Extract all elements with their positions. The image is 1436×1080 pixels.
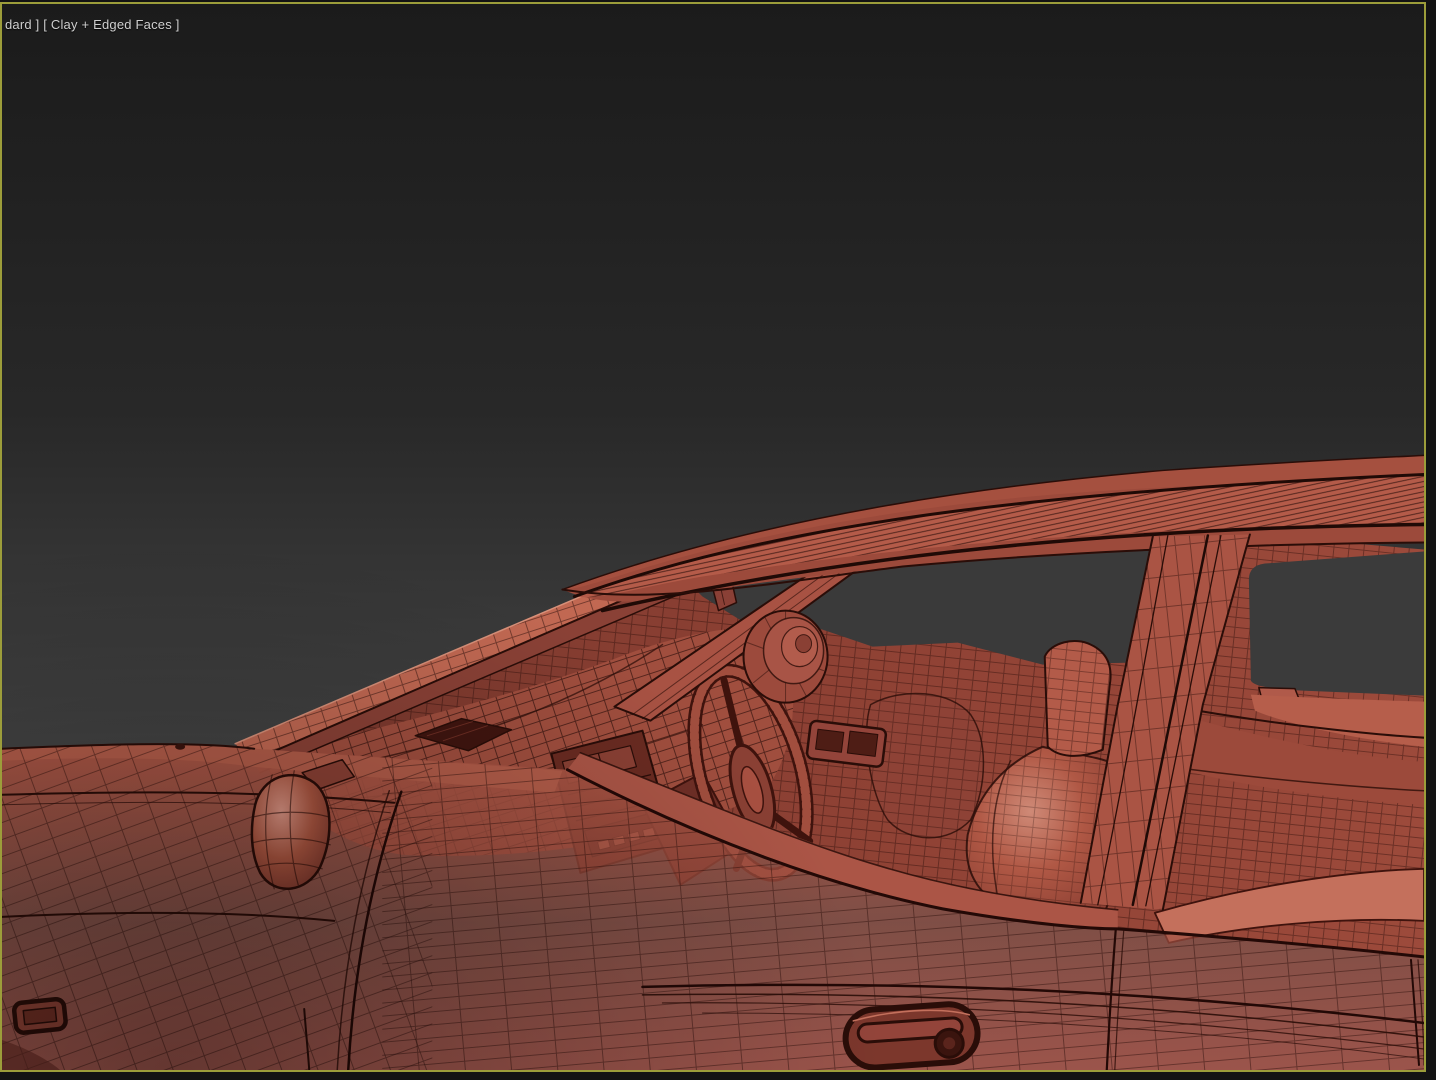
viewport-canvas[interactable] bbox=[2, 4, 1424, 1070]
viewport-frame: dard ] [ Clay + Edged Faces ] bbox=[0, 2, 1426, 1072]
viewport-shading-label[interactable]: dard ] [ Clay + Edged Faces ] bbox=[5, 17, 180, 32]
application-window: dard ] [ Clay + Edged Faces ] bbox=[0, 0, 1436, 1080]
car-model bbox=[2, 4, 1424, 1070]
vignette-overlay bbox=[2, 4, 1424, 1070]
